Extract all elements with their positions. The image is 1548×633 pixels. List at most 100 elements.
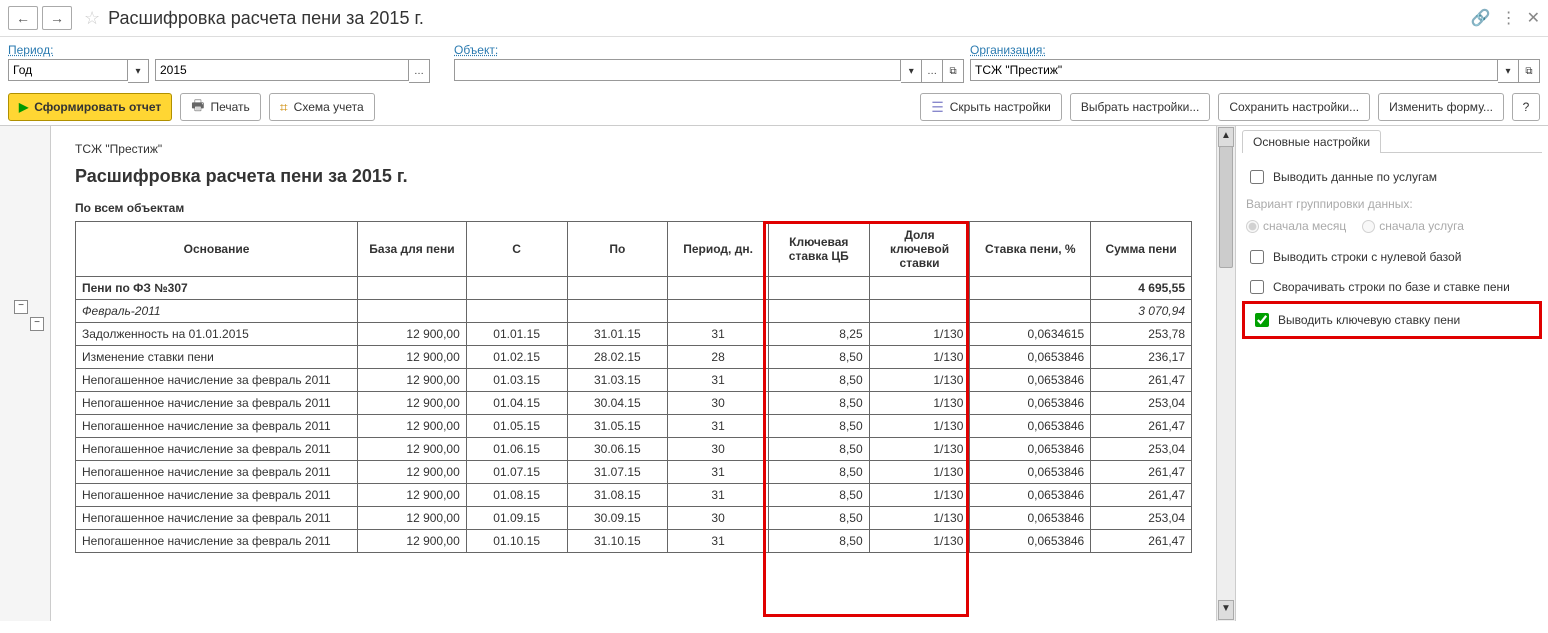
settings-tab[interactable]: Основные настройки bbox=[1242, 130, 1381, 153]
table-cell: 8,50 bbox=[768, 484, 869, 507]
table-cell: 8,50 bbox=[768, 415, 869, 438]
table-cell: Изменение ставки пени bbox=[76, 346, 358, 369]
table-cell: Пени по ФЗ №307 bbox=[76, 277, 358, 300]
report-org: ТСЖ "Престиж" bbox=[75, 142, 1192, 156]
table-cell: 31 bbox=[668, 461, 769, 484]
close-icon[interactable]: ✕ bbox=[1527, 8, 1540, 28]
table-cell bbox=[358, 277, 467, 300]
table-row: Изменение ставки пени12 900,0001.02.1528… bbox=[76, 346, 1192, 369]
table-cell: 8,50 bbox=[768, 438, 869, 461]
table-cell: 30 bbox=[668, 392, 769, 415]
tree-collapse-node[interactable]: − bbox=[14, 300, 28, 314]
org-dd-icon[interactable]: ▾ bbox=[1498, 59, 1519, 83]
vertical-scrollbar[interactable]: ▲ ▼ bbox=[1216, 126, 1235, 621]
table-cell: 30 bbox=[668, 507, 769, 530]
form-report-button[interactable]: ▶ Сформировать отчет bbox=[8, 93, 172, 121]
opt-collapse[interactable]: Сворачивать строки по базе и ставке пени bbox=[1246, 277, 1538, 297]
org-expand-button[interactable]: ⧉ bbox=[1519, 59, 1540, 83]
nav-back-button[interactable]: ← bbox=[8, 6, 38, 30]
more-icon[interactable]: ⋮ bbox=[1501, 8, 1517, 28]
scrollbar-thumb[interactable] bbox=[1219, 146, 1233, 268]
table-cell: 1/130 bbox=[869, 461, 970, 484]
scroll-up-icon[interactable]: ▲ bbox=[1218, 127, 1234, 147]
table-cell: 1/130 bbox=[869, 484, 970, 507]
checkbox-key-rate[interactable] bbox=[1255, 313, 1269, 327]
table-cell bbox=[567, 300, 668, 323]
table-cell: 30.06.15 bbox=[567, 438, 668, 461]
choose-settings-button[interactable]: Выбрать настройки... bbox=[1070, 93, 1210, 121]
org-label: Организация: bbox=[970, 43, 1540, 57]
table-cell: 12 900,00 bbox=[358, 323, 467, 346]
table-cell: 01.09.15 bbox=[466, 507, 567, 530]
table-cell bbox=[768, 300, 869, 323]
table-cell: 01.01.15 bbox=[466, 323, 567, 346]
favorite-star-icon[interactable]: ☆ bbox=[84, 8, 100, 29]
print-button[interactable]: 🖶 Печать bbox=[180, 93, 261, 121]
highlight-option: Выводить ключевую ставку пени bbox=[1242, 301, 1542, 339]
table-cell: Февраль-2011 bbox=[76, 300, 358, 323]
link-icon[interactable]: 🔗 bbox=[1471, 8, 1491, 28]
table-cell: 28 bbox=[668, 346, 769, 369]
table-cell: 1/130 bbox=[869, 415, 970, 438]
object-expand-button[interactable]: ⧉ bbox=[943, 59, 964, 83]
object-input[interactable] bbox=[454, 59, 901, 81]
object-dd-icon[interactable]: ▾ bbox=[901, 59, 922, 83]
table-cell: 3 070,94 bbox=[1091, 300, 1192, 323]
table-cell: 12 900,00 bbox=[358, 346, 467, 369]
table-cell: 31.03.15 bbox=[567, 369, 668, 392]
help-button[interactable]: ? bbox=[1512, 93, 1540, 121]
period-value-more-button[interactable]: … bbox=[409, 59, 430, 83]
th-keyrate: Ключевая ставка ЦБ bbox=[768, 222, 869, 277]
table-row: Непогашенное начисление за февраль 20111… bbox=[76, 438, 1192, 461]
th-keyshare: Доля ключевой ставки bbox=[869, 222, 970, 277]
table-cell: 01.06.15 bbox=[466, 438, 567, 461]
table-cell: 30.04.15 bbox=[567, 392, 668, 415]
table-cell: Задолженность на 01.01.2015 bbox=[76, 323, 358, 346]
table-cell: 12 900,00 bbox=[358, 484, 467, 507]
report-subtitle: По всем объектам bbox=[75, 201, 1192, 215]
checkbox-zero-base[interactable] bbox=[1250, 250, 1264, 264]
period-type-input[interactable] bbox=[8, 59, 128, 81]
table-cell bbox=[358, 300, 467, 323]
tree-collapse-node[interactable]: − bbox=[30, 317, 44, 331]
org-input[interactable] bbox=[970, 59, 1498, 81]
hide-settings-button[interactable]: ☰ Скрыть настройки bbox=[920, 93, 1062, 121]
period-type-dd-icon[interactable]: ▾ bbox=[128, 59, 149, 83]
report-area[interactable]: ТСЖ "Престиж" Расшифровка расчета пени з… bbox=[51, 126, 1216, 621]
table-cell: 31.01.15 bbox=[567, 323, 668, 346]
th-period: Период, дн. bbox=[668, 222, 769, 277]
th-rate: Ставка пени, % bbox=[970, 222, 1091, 277]
checkbox-by-service[interactable] bbox=[1250, 170, 1264, 184]
table-cell: 236,17 bbox=[1091, 346, 1192, 369]
table-cell: 0,0653846 bbox=[970, 415, 1091, 438]
opt-zero-base[interactable]: Выводить строки с нулевой базой bbox=[1246, 247, 1538, 267]
table-cell: 253,78 bbox=[1091, 323, 1192, 346]
checkbox-collapse[interactable] bbox=[1250, 280, 1264, 294]
period-value-input[interactable] bbox=[155, 59, 409, 81]
table-cell bbox=[668, 277, 769, 300]
table-row: Непогашенное начисление за февраль 20111… bbox=[76, 507, 1192, 530]
table-cell: 1/130 bbox=[869, 346, 970, 369]
scheme-button[interactable]: ⌗ Схема учета bbox=[269, 93, 375, 121]
opt-by-service[interactable]: Выводить данные по услугам bbox=[1246, 167, 1538, 187]
table-cell: Непогашенное начисление за февраль 2011 bbox=[76, 415, 358, 438]
table-cell: 30.09.15 bbox=[567, 507, 668, 530]
table-cell: 01.03.15 bbox=[466, 369, 567, 392]
nav-forward-button[interactable]: → bbox=[42, 6, 72, 30]
table-cell: 253,04 bbox=[1091, 438, 1192, 461]
table-cell: 01.08.15 bbox=[466, 484, 567, 507]
radio-month-first[interactable]: сначала месяц bbox=[1246, 219, 1346, 233]
content-area: − − ТСЖ "Престиж" Расшифровка расчета пе… bbox=[0, 125, 1548, 621]
table-cell: 31 bbox=[668, 530, 769, 553]
table-cell bbox=[668, 300, 769, 323]
opt-key-rate[interactable]: Выводить ключевую ставку пени bbox=[1251, 310, 1533, 330]
group-label: Вариант группировки данных: bbox=[1246, 197, 1538, 211]
change-form-button[interactable]: Изменить форму... bbox=[1378, 93, 1504, 121]
table-cell: Непогашенное начисление за февраль 2011 bbox=[76, 507, 358, 530]
object-more-button[interactable]: … bbox=[922, 59, 943, 83]
toolbar: ▶ Сформировать отчет 🖶 Печать ⌗ Схема уч… bbox=[0, 89, 1548, 125]
save-settings-button[interactable]: Сохранить настройки... bbox=[1218, 93, 1370, 121]
scroll-down-icon[interactable]: ▼ bbox=[1218, 600, 1234, 620]
radio-service-first[interactable]: сначала услуга bbox=[1362, 219, 1464, 233]
th-sum: Сумма пени bbox=[1091, 222, 1192, 277]
